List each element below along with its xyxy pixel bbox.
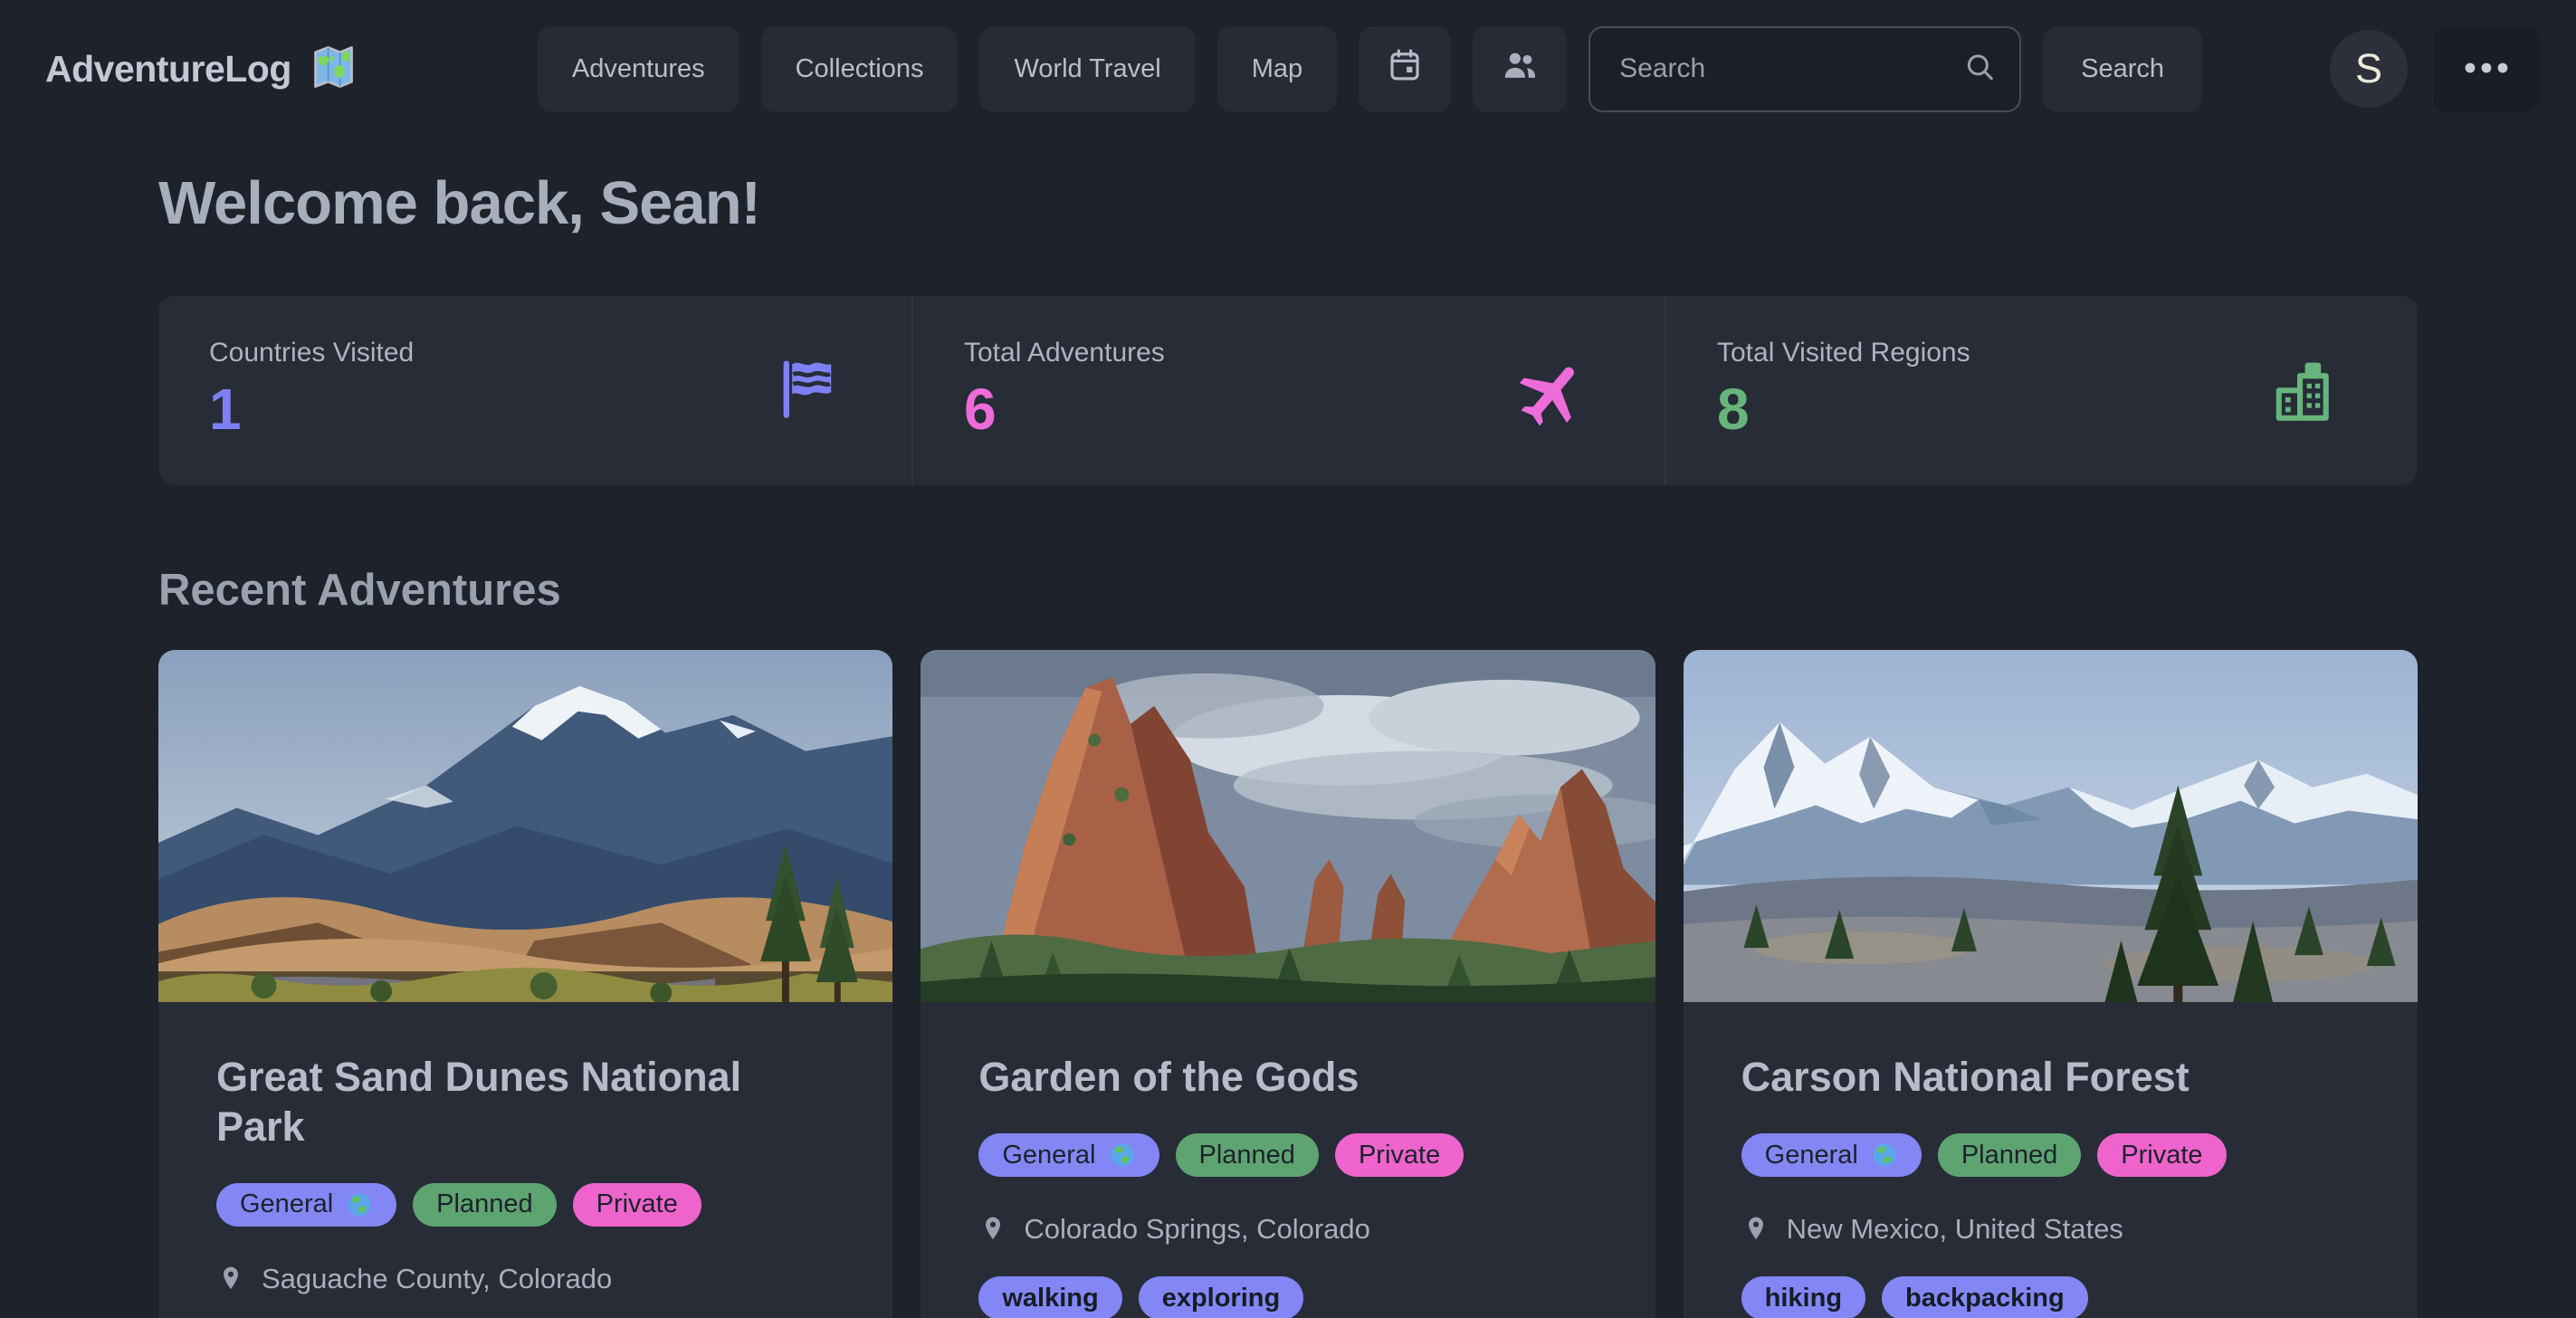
- badge-private: Private: [2097, 1133, 2226, 1177]
- stat-total-adventures: Total Adventures 6: [911, 296, 1665, 485]
- map-pin-icon: [978, 1215, 1007, 1244]
- calendar-button[interactable]: [1359, 26, 1451, 112]
- nav-item-world-travel[interactable]: World Travel: [979, 26, 1195, 112]
- adventure-card-great-sand-dunes[interactable]: Great Sand Dunes National Park General P…: [158, 650, 892, 1318]
- main-content: Welcome back, Sean! Countries Visited 1 …: [0, 168, 2576, 1318]
- avatar[interactable]: S: [2330, 30, 2408, 108]
- tag-exploring: exploring: [1139, 1276, 1304, 1318]
- stat-countries-visited: Countries Visited 1: [158, 296, 911, 485]
- globe-icon: [1871, 1141, 1898, 1169]
- card-body: Carson National Forest General Planned P…: [1684, 1002, 2418, 1318]
- card-title: Garden of the Gods: [978, 1053, 1597, 1103]
- users-button[interactable]: [1473, 26, 1567, 112]
- search-icon: [1961, 49, 1998, 90]
- map-pin-icon: [1741, 1215, 1770, 1244]
- tag-row: walking exploring: [978, 1276, 1597, 1318]
- page-title: Welcome back, Sean!: [158, 168, 2418, 238]
- brand-logo[interactable]: AdventureLog: [45, 43, 357, 95]
- navbar: AdventureLog Adventures Collections Worl…: [0, 0, 2576, 138]
- card-body: Garden of the Gods General Planned Priva…: [921, 1002, 1655, 1318]
- tag-row: hiking backpacking: [1741, 1276, 2360, 1318]
- calendar-icon: [1386, 46, 1424, 91]
- card-photo-sand-dunes: [158, 650, 892, 1002]
- map-pin-icon: [216, 1265, 245, 1294]
- badge-general: General: [216, 1183, 396, 1227]
- location-text: Saguache County, Colorado: [262, 1263, 612, 1295]
- location-text: New Mexico, United States: [1787, 1213, 2123, 1246]
- card-photo-red-rock-spires: [921, 650, 1655, 1002]
- location-row: Colorado Springs, Colorado: [978, 1213, 1597, 1246]
- users-icon: [1500, 45, 1540, 92]
- stats-panel: Countries Visited 1 Total Adventures 6: [158, 296, 2418, 485]
- globe-icon: [1109, 1141, 1136, 1169]
- badge-private: Private: [573, 1183, 701, 1227]
- tag-backpacking: backpacking: [1882, 1276, 2088, 1318]
- plane-icon: [1516, 349, 1594, 432]
- globe-icon: [346, 1191, 373, 1218]
- nav-item-adventures[interactable]: Adventures: [538, 26, 739, 112]
- badge-planned: Planned: [1938, 1133, 2081, 1177]
- badge-row: General Planned Private: [978, 1133, 1597, 1177]
- map-logo-icon: [310, 43, 357, 95]
- search-input[interactable]: [1589, 26, 2021, 112]
- badge-row: General Planned Private: [1741, 1133, 2360, 1177]
- section-title: Recent Adventures: [158, 565, 2418, 616]
- nav-item-map[interactable]: Map: [1217, 26, 1337, 112]
- card-photo-snowy-range: [1684, 650, 2418, 1002]
- brand-title: AdventureLog: [45, 48, 291, 91]
- nav-links: Adventures Collections World Travel Map: [538, 26, 1567, 112]
- adventure-card-garden-of-the-gods[interactable]: Garden of the Gods General Planned Priva…: [921, 650, 1655, 1318]
- city-icon: [2269, 349, 2347, 432]
- badge-private: Private: [1335, 1133, 1464, 1177]
- location-text: Colorado Springs, Colorado: [1024, 1213, 1370, 1246]
- card-title: Carson National Forest: [1741, 1053, 2360, 1103]
- adventure-card-carson-national-forest[interactable]: Carson National Forest General Planned P…: [1684, 650, 2418, 1318]
- nav-item-collections[interactable]: Collections: [761, 26, 959, 112]
- stat-total-visited-regions: Total Visited Regions 8: [1665, 296, 2418, 485]
- location-row: New Mexico, United States: [1741, 1213, 2360, 1246]
- badge-general: General: [1741, 1133, 1922, 1177]
- stat-label: Countries Visited: [209, 338, 861, 368]
- card-body: Great Sand Dunes National Park General P…: [158, 1002, 892, 1318]
- search-button[interactable]: Search: [2043, 26, 2202, 112]
- badge-planned: Planned: [1176, 1133, 1319, 1177]
- tag-hiking: hiking: [1741, 1276, 1865, 1318]
- recent-adventures-grid: Great Sand Dunes National Park General P…: [158, 650, 2418, 1318]
- card-title: Great Sand Dunes National Park: [216, 1053, 835, 1152]
- stat-value: 1: [209, 379, 861, 440]
- overflow-menu-button[interactable]: [2433, 26, 2540, 112]
- search-field-wrap: [1589, 26, 2021, 112]
- location-row: Saguache County, Colorado: [216, 1263, 835, 1295]
- tag-walking: walking: [978, 1276, 1121, 1318]
- flag-icon: [772, 354, 841, 427]
- badge-general: General: [978, 1133, 1159, 1177]
- badge-planned: Planned: [413, 1183, 556, 1227]
- ellipsis-icon: [2459, 57, 2514, 81]
- badge-row: General Planned Private: [216, 1183, 835, 1227]
